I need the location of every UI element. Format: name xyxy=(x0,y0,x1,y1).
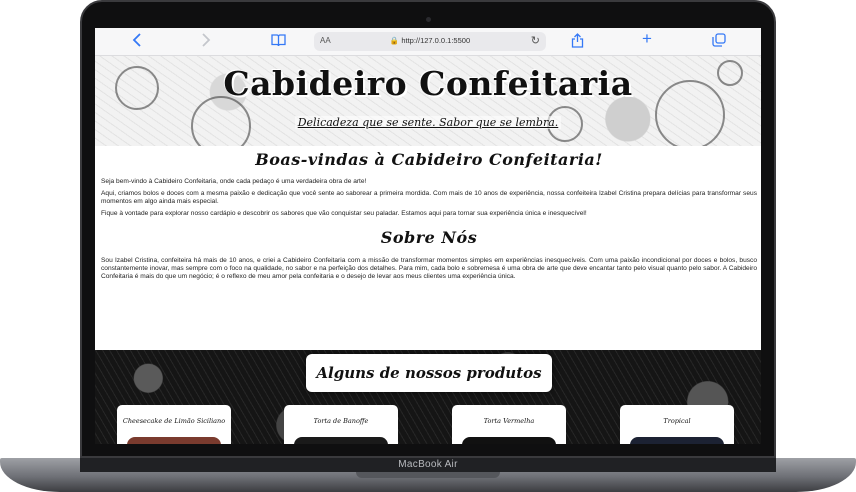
product-name: Torta Vermelha xyxy=(483,417,535,425)
laptop-base: MacBook Air xyxy=(0,458,856,492)
camera-dot xyxy=(426,17,431,22)
product-name: Torta de Banoffe xyxy=(313,417,369,425)
welcome-heading: Boas-vindas à Cabideiro Confeitaria! xyxy=(255,150,603,169)
site-tagline: Delicadeza que se sente. Sabor que se le… xyxy=(95,116,761,129)
product-image[interactable] xyxy=(630,437,724,444)
product-card[interactable]: Torta Vermelha xyxy=(452,405,566,444)
product-card[interactable]: Cheesecake de Limão Siciliano xyxy=(117,405,231,444)
chevron-right-icon[interactable] xyxy=(201,33,211,51)
welcome-paragraph: Aqui, criamos bolos e doces com a mesma … xyxy=(101,190,757,205)
browser-screen: AA 🔒 http://127.0.0.1:5500 ↻ + Cabideiro… xyxy=(95,28,761,444)
address-bar[interactable]: AA 🔒 http://127.0.0.1:5500 ↻ xyxy=(314,32,546,51)
lid-notch xyxy=(356,472,500,478)
product-image[interactable] xyxy=(294,437,388,444)
welcome-paragraph: Fique à vontade para explorar nosso card… xyxy=(101,210,587,217)
product-image[interactable] xyxy=(127,437,221,444)
plus-icon[interactable]: + xyxy=(642,30,652,47)
book-icon[interactable] xyxy=(271,33,286,51)
share-icon[interactable] xyxy=(571,33,584,52)
laptop-hinge: MacBook Air xyxy=(80,458,776,472)
browser-toolbar: AA 🔒 http://127.0.0.1:5500 ↻ + xyxy=(95,28,761,56)
tagline-text: Delicadeza que se sente. Sabor que se le… xyxy=(294,116,562,129)
product-card[interactable]: Torta de Banoffe xyxy=(284,405,398,444)
site-title: Cabideiro Confeitaria xyxy=(223,64,633,103)
about-heading: Sobre Nós xyxy=(380,228,478,247)
device-brand-label: MacBook Air xyxy=(398,459,458,470)
url-text: http://127.0.0.1:5500 xyxy=(401,36,471,45)
product-image[interactable] xyxy=(462,437,556,444)
hero-banner: Cabideiro Confeitaria Delicadeza que se … xyxy=(95,56,761,146)
reload-icon[interactable]: ↻ xyxy=(531,34,540,47)
product-name: Tropical xyxy=(663,417,691,425)
welcome-paragraph: Seja bem-vindo à Cabideiro Confeitaria, … xyxy=(101,178,367,185)
main-content: Boas-vindas à Cabideiro Confeitaria! Sej… xyxy=(101,150,757,285)
products-heading: Alguns de nossos produtos xyxy=(306,354,552,392)
url-display[interactable]: 🔒 http://127.0.0.1:5500 xyxy=(314,36,546,45)
lock-icon: 🔒 xyxy=(389,36,400,45)
products-section: Alguns de nossos produtos Cheesecake de … xyxy=(95,350,761,444)
tabs-icon[interactable] xyxy=(712,33,726,51)
about-paragraph: Sou Izabel Cristina, confeiteira há mais… xyxy=(101,257,757,280)
chevron-left-icon[interactable] xyxy=(132,33,142,51)
product-name: Cheesecake de Limão Siciliano xyxy=(122,417,226,425)
product-card[interactable]: Tropical xyxy=(620,405,734,444)
